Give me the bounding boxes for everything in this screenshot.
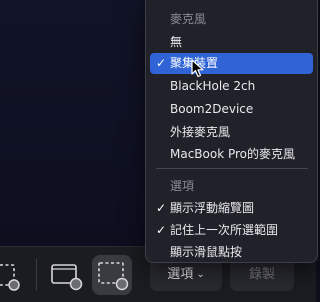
record-selection-icon [98, 262, 129, 291]
menu-item-remember-last-selection[interactable]: ✓ 記住上一次所選範圍 [150, 220, 313, 241]
options-section-header: 選項 [150, 176, 313, 197]
menu-item-label: 記住上一次所選範圍 [170, 223, 279, 237]
options-section-label: 選項 [170, 179, 195, 193]
microphone-section-label: 麥克風 [170, 12, 207, 26]
menu-item-mic-macbook-pro[interactable]: MacBook Pro的麥克風 [150, 144, 313, 165]
menu-item-label: Boom2Device [170, 102, 254, 116]
menu-separator [156, 168, 308, 169]
record-button[interactable]: 錄製 [230, 259, 294, 291]
microphone-section-header: 麥克風 [150, 9, 313, 30]
menu-item-label: 顯示滑鼠點按 [170, 245, 243, 259]
menu-item-mic-boom2device[interactable]: Boom2Device [150, 99, 313, 120]
menu-item-label: 無 [170, 35, 183, 49]
record-window-icon [51, 264, 83, 291]
record-window-button[interactable] [46, 255, 86, 295]
options-label: 選項 [167, 267, 194, 282]
record-entire-screen-button[interactable] [0, 255, 22, 295]
menu-item-label: 顯示浮動縮覽圖 [170, 201, 255, 215]
toolbar-divider [36, 259, 37, 291]
checkmark-icon: ✓ [156, 56, 167, 70]
options-menu: 麥克風 無 ✓ 聚集裝置 BlackHole 2ch Boom2Device 外… [145, 0, 318, 263]
record-entire-screen-icon [0, 264, 20, 291]
checkmark-icon: ✓ [156, 223, 167, 237]
menu-item-show-mouse-clicks[interactable]: 顯示滑鼠點按 [150, 242, 313, 263]
menu-item-label: BlackHole 2ch [170, 79, 256, 93]
pointer-cursor-icon [191, 59, 204, 78]
checkmark-icon: ✓ [156, 201, 167, 215]
menu-item-label: MacBook Pro的麥克風 [170, 147, 296, 161]
chevron-down-icon: ⌄ [196, 269, 205, 280]
menu-item-show-floating-thumbnail[interactable]: ✓ 顯示浮動縮覽圖 [150, 198, 313, 219]
record-selection-button[interactable] [92, 255, 132, 295]
menu-item-label: 外接麥克風 [170, 125, 231, 139]
record-label: 錄製 [248, 267, 275, 282]
menu-item-mic-none[interactable]: 無 [150, 32, 313, 53]
menu-item-mic-external[interactable]: 外接麥克風 [150, 122, 313, 143]
menu-item-mic-aggregate-device[interactable]: ✓ 聚集裝置 [150, 53, 313, 74]
options-button[interactable]: 選項 ⌄ [150, 259, 222, 291]
menu-item-mic-blackhole[interactable]: BlackHole 2ch [150, 76, 313, 97]
